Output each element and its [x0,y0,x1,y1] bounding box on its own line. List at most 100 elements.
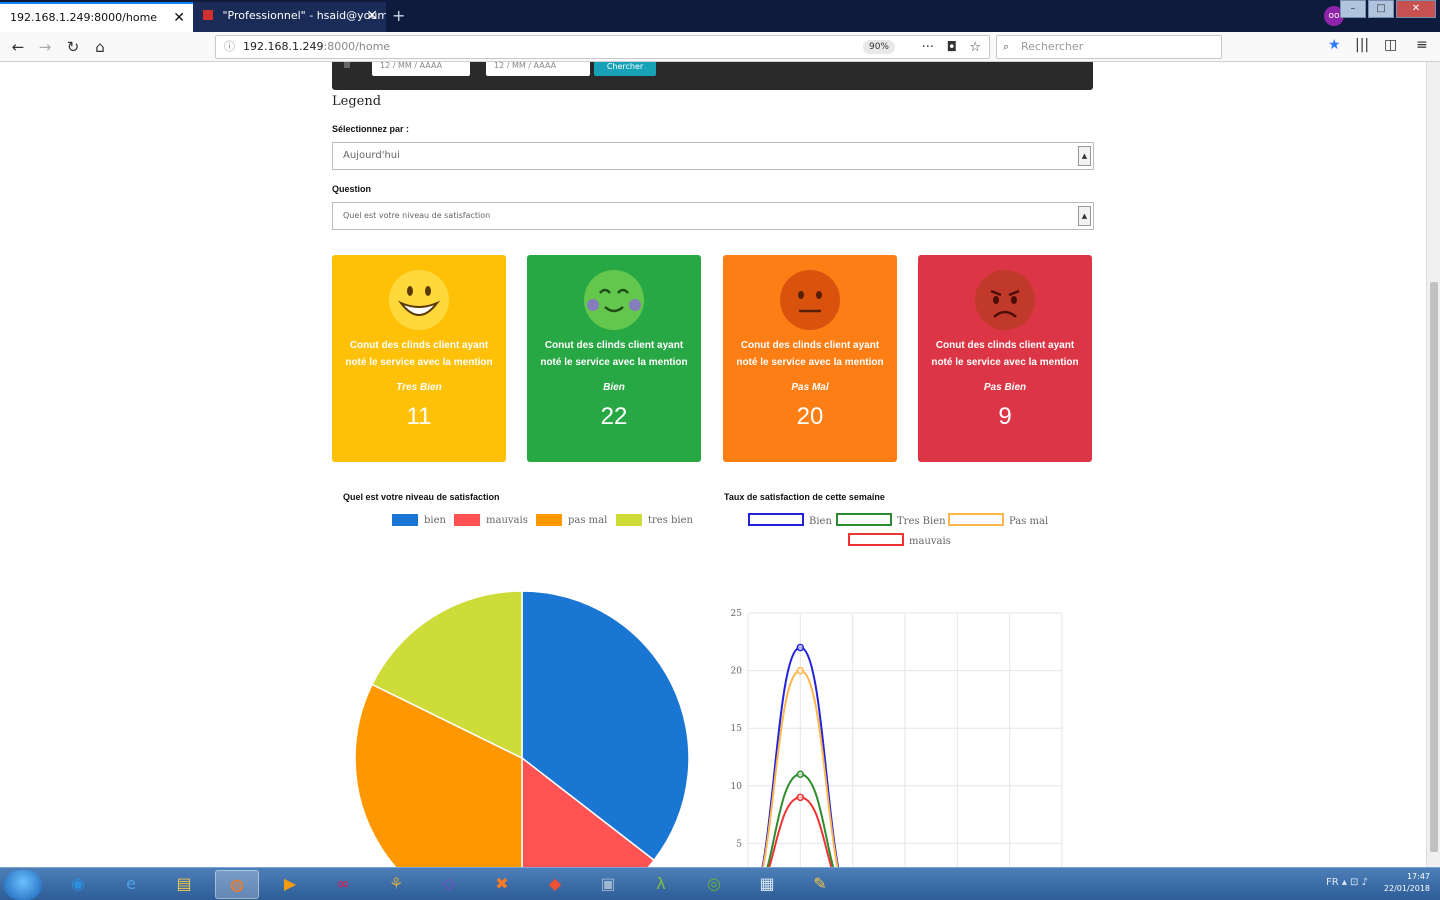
page-content: 12 / MM / AAAA 12 / MM / AAAA Chercher L… [0,62,1426,867]
pen-tool-icon[interactable]: ✎ [798,870,842,899]
url-bar[interactable]: ⓘ 192.168.1.249:8000/home 90% ··· ◘ ☆ [215,35,990,59]
card-description: Conut des clinds client ayant noté le se… [345,340,493,368]
card-level: Tres Bien [396,382,442,393]
very-happy-face-icon [389,270,449,330]
close-tab-icon[interactable]: ✕ [173,4,185,32]
pie-legend-label: pas mal [568,515,607,526]
pie-legend-swatch [392,514,418,526]
new-tab-icon[interactable]: + [392,6,405,25]
windows-explorer-icon[interactable]: ◉ [56,870,100,899]
card-pas-mal: Conut des clinds client ayant noté le se… [723,255,897,462]
card-level: Pas Mal [791,382,829,393]
menu-icon[interactable]: ≡ [1416,37,1428,53]
card-bien: Conut des clinds client ayant noté le se… [527,255,701,462]
card-count: 22 [600,403,628,430]
search-icon: ⌕ [1003,40,1010,53]
close-tab-icon[interactable]: ✕ [366,2,378,30]
line-chart-title: Taux de satisfaction de cette semaine [724,492,885,502]
question-select[interactable]: Quel est votre niveau de satisfaction ▲ [332,202,1094,230]
tab-active[interactable]: 192.168.1.249:8000/home ✕ [0,2,193,32]
y-tick-label: 20 [731,667,743,677]
dropdown-arrow-icon[interactable]: ▲ [1078,146,1091,166]
android-icon[interactable]: ◎ [692,870,736,899]
remote-desktop-icon[interactable]: ▦ [745,870,789,899]
navigation-bar: ← → ↻ ⌂ ⓘ 192.168.1.249:8000/home 90% ···… [0,32,1440,62]
question-label: Question [332,184,372,194]
clock-date: 22/01/2018 [1383,884,1430,893]
sidebar-icon[interactable]: ◫ [1384,37,1397,53]
scrollbar-thumb[interactable] [1430,282,1438,852]
bookmarks-star-icon[interactable]: ★ [1328,37,1341,53]
pie-chart: bien mauvais pas mal tres bien [354,514,694,867]
maximize-icon[interactable]: □ [1368,0,1394,18]
card-level: Bien [603,382,625,393]
internet-explorer-icon[interactable]: e [109,870,153,899]
data-point [796,643,805,652]
page-actions-icon[interactable]: ··· [922,37,934,59]
dropdown-arrow-icon[interactable]: ▲ [1078,206,1091,226]
card-description: Conut des clinds client ayant noté le se… [736,340,884,368]
bookmark-star-icon[interactable]: ☆ [969,37,981,59]
pie-legend-label: mauvais [486,515,528,526]
line-legend-swatch [836,513,892,526]
clock[interactable]: 17:47 22/01/2018 [1384,871,1430,895]
period-select-value: Aujourd'hui [343,150,400,161]
url-host: 192.168.1.249 [243,40,324,53]
network-icon[interactable]: ⚘ [374,870,418,899]
page-scrollbar[interactable] [1426,62,1440,867]
firefox-icon[interactable]: ◍ [215,870,259,899]
arduino-icon[interactable]: ∞ [321,870,365,899]
home-icon[interactable]: ⌂ [90,37,110,57]
info-icon[interactable]: ⓘ [224,40,235,53]
line-legend-label: Tres Bien [897,516,946,527]
card-count: 9 [998,403,1012,430]
sad-face-icon [975,270,1035,330]
minimize-icon[interactable]: – [1340,0,1366,18]
search-button[interactable]: Chercher [594,62,656,76]
library-icon[interactable]: ||| [1355,37,1369,53]
terminal-icon[interactable]: λ [639,870,683,899]
pie-legend-swatch [616,514,642,526]
zoom-level[interactable]: 90% [862,40,895,54]
card-count: 20 [796,403,824,430]
pie-legend-label: bien [424,515,447,526]
card-level: Pas Bien [983,382,1027,393]
line-legend-swatch [948,513,1004,526]
y-tick-label: 10 [731,782,743,792]
window-close-icon[interactable]: ✕ [1396,0,1436,18]
back-icon[interactable]: ← [8,37,28,57]
data-point [796,793,805,802]
language-indicator[interactable]: FR [1326,877,1339,888]
card-description: Conut des clinds client ayant noté le se… [540,340,688,368]
date-from-input[interactable]: 12 / MM / AAAA [372,62,470,76]
tab-title: "Professionnel" - hsaid@youm… [222,9,387,22]
select-by-label: Sélectionnez par : [332,124,410,134]
card-description: Conut des clinds client ayant noté le se… [931,340,1079,368]
search-input[interactable]: ⌕ Rechercher [996,35,1222,59]
pie-legend-label: tres bien [648,515,694,526]
line-legend-label: Pas mal [1009,516,1048,527]
window-controls: – □ ✕ [1340,0,1436,20]
virtualbox-icon[interactable]: ▣ [586,870,630,899]
y-tick-label: 15 [731,724,743,734]
start-button[interactable] [4,870,42,900]
legend-title: Legend [332,94,382,109]
card-count: 11 [406,403,432,430]
data-point [796,770,805,779]
period-select[interactable]: Aujourd'hui ▲ [332,142,1094,170]
media-player-icon[interactable]: ▶ [268,870,312,899]
neutral-face-icon [780,270,840,330]
line-legend-swatch [848,533,904,546]
forward-icon[interactable]: → [35,37,55,57]
git-icon[interactable]: ◆ [533,870,577,899]
tab-inactive[interactable]: "Professionnel" - hsaid@youm… ✕ [193,2,386,32]
reload-icon[interactable]: ↻ [63,37,83,57]
visual-studio-icon[interactable]: ◇ [427,870,471,899]
date-to-input[interactable]: 12 / MM / AAAA [486,62,590,76]
folder-icon[interactable]: ▤ [162,870,206,899]
xampp-icon[interactable]: ✖ [480,870,524,899]
card-tres-bien: Conut des clinds client ayant noté le se… [332,255,506,462]
line-legend-swatch [748,513,804,526]
filter-toolbar: 12 / MM / AAAA 12 / MM / AAAA Chercher [332,62,1093,90]
pocket-icon[interactable]: ◘ [947,37,957,59]
